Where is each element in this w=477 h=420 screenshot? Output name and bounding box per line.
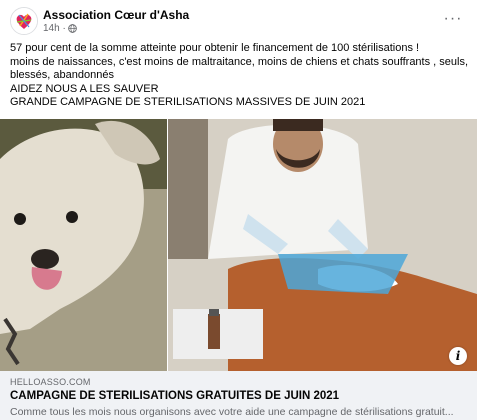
link-preview-card[interactable]: HELLOASSO.COM CAMPAGNE DE STERILISATIONS… [0,371,477,420]
post-header: Association Cœur d'Asha 14h · ··· [0,0,477,38]
post-meta: 14h · [43,23,77,34]
surgery-illustration [168,119,477,371]
vet-surgery-photo: i [168,119,477,371]
post-timestamp[interactable]: 14h · [43,23,66,34]
page-avatar[interactable] [10,7,38,35]
page-name-link[interactable]: Association Cœur d'Asha [43,8,189,22]
link-title: CAMPAGNE DE STERILISATIONS GRATUITES DE … [10,390,340,402]
link-description: Comme tous les mois nous organisons avec… [10,406,454,418]
post-text-line: moins de naissances, c'est moins de malt… [10,55,469,82]
more-options-button[interactable]: ··· [443,10,463,27]
post-message: 57 pour cent de la somme atteinte pour o… [10,42,470,110]
post-text-line: 57 pour cent de la somme atteinte pour o… [10,42,420,54]
dog-on-chain-photo [0,119,168,371]
dog-illustration [0,119,167,371]
post-text-line: GRANDE CAMPAGNE DE STERILISATIONS MASSIV… [10,96,366,109]
globe-icon [67,24,77,33]
link-domain: HELLOASSO.COM [10,377,91,387]
info-icon[interactable]: i [449,347,467,365]
post-text-line: AIDEZ NOUS A LES SAUVER [10,82,159,95]
heart-logo-icon [11,8,37,34]
link-preview-image[interactable]: i [0,119,477,371]
